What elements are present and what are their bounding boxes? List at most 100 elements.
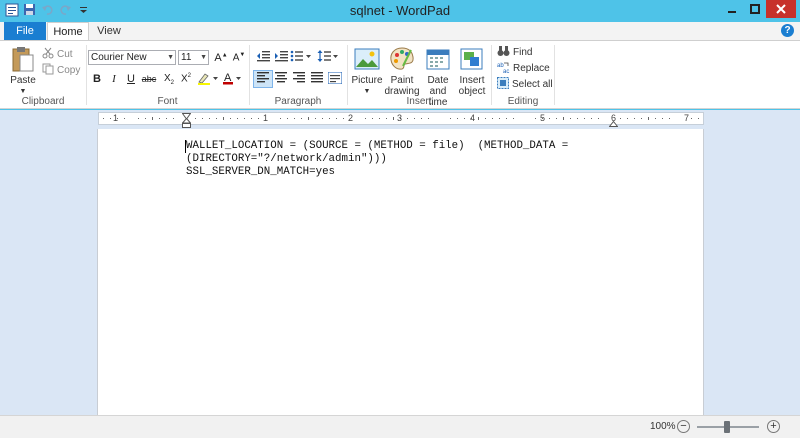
highlight-color-button[interactable] xyxy=(195,70,221,88)
superscript-button[interactable]: X2 xyxy=(176,70,196,88)
ribbon-tabs: File Home View ? xyxy=(0,22,800,40)
line-spacing-icon xyxy=(317,49,339,65)
tab-home[interactable]: Home xyxy=(47,22,89,40)
replace-icon: ab ac xyxy=(497,61,510,76)
picture-icon xyxy=(350,45,384,73)
ruler-mark: 1 xyxy=(263,113,269,123)
font-size-value: 11 xyxy=(181,52,192,63)
paragraph-settings-button[interactable] xyxy=(325,70,345,88)
decrease-indent-icon xyxy=(256,50,270,65)
paragraph-group: Paragraph xyxy=(250,41,346,109)
underline-button[interactable]: U xyxy=(121,70,141,88)
zoom-slider-thumb[interactable] xyxy=(724,421,730,433)
ruler-mark: 2 xyxy=(348,113,354,123)
find-label: Find xyxy=(513,46,533,58)
zoom-out-button[interactable]: − xyxy=(677,420,690,433)
paragraph-group-label: Paragraph xyxy=(274,96,322,107)
paste-label: Paste xyxy=(10,75,36,86)
editing-group: Find ab ac Replace Select all Editing xyxy=(492,41,554,109)
font-family-value: Courier New xyxy=(91,52,147,63)
maximize-button[interactable] xyxy=(744,0,766,18)
document-page[interactable]: WALLET_LOCATION = (SOURCE = (METHOD = fi… xyxy=(97,129,704,415)
ruler-mark: 1 xyxy=(113,113,119,123)
increase-indent-button[interactable] xyxy=(271,48,291,66)
zoom-in-button[interactable]: + xyxy=(767,420,780,433)
clipboard-group: Paste ▼ Cut Copy Clipboard xyxy=(0,41,86,109)
highlighter-icon xyxy=(197,71,219,88)
document-line: (DIRECTORY="?/network/admin"))) xyxy=(186,153,387,165)
document-area: 1 1 2 3 4 5 6 7 WALLET_LOCATION = (SOURC… xyxy=(0,110,800,415)
minus-icon: − xyxy=(680,420,687,432)
scissors-icon xyxy=(42,47,54,62)
object-label-1: Insert xyxy=(459,75,485,86)
font-size-select[interactable]: 11 ▼ xyxy=(178,50,209,65)
shrink-font-button[interactable]: A▼ xyxy=(229,49,249,67)
select-all-icon xyxy=(497,76,509,92)
insert-object-button[interactable]: Insert object xyxy=(456,45,488,97)
shrink-font-icon: A▼ xyxy=(232,52,246,64)
binoculars-icon xyxy=(497,45,510,60)
grow-font-button[interactable]: A▲ xyxy=(211,49,231,67)
chevron-down-icon: ▼ xyxy=(200,54,207,61)
document-text[interactable]: WALLET_LOCATION = (SOURCE = (METHOD = fi… xyxy=(186,140,568,179)
line-spacing-button[interactable] xyxy=(316,48,340,66)
justify-icon xyxy=(311,72,323,86)
ruler-mark: 5 xyxy=(540,113,546,123)
align-center-button[interactable] xyxy=(271,70,291,88)
font-color-icon: A xyxy=(223,71,243,88)
find-button[interactable]: Find xyxy=(497,44,532,60)
ribbon: Paste ▼ Cut Copy Clipboard Courier New ▼… xyxy=(0,40,800,109)
minimize-button[interactable] xyxy=(720,0,744,18)
align-right-button[interactable] xyxy=(289,70,309,88)
clipboard-group-label: Clipboard xyxy=(21,96,65,107)
font-color-button[interactable]: A xyxy=(221,70,245,88)
tab-file[interactable]: File xyxy=(4,22,46,40)
status-bar: 100% − + xyxy=(0,415,800,438)
align-left-icon xyxy=(257,72,269,86)
paste-icon xyxy=(6,45,40,73)
zoom-level: 100% xyxy=(650,421,676,432)
paint-drawing-button[interactable]: Paint drawing xyxy=(384,45,420,97)
font-group-label: Font xyxy=(157,96,178,107)
copy-button[interactable]: Copy xyxy=(42,62,80,78)
align-left-button[interactable] xyxy=(253,70,273,88)
insert-group: Picture ▼ Paint drawing Date and time In… xyxy=(348,41,490,109)
document-line: SSL_SERVER_DN_MATCH=yes xyxy=(186,166,336,178)
increase-indent-icon xyxy=(274,50,288,65)
close-button[interactable] xyxy=(766,0,796,18)
picture-button[interactable]: Picture ▼ xyxy=(350,45,384,97)
strikethrough-icon: abc xyxy=(141,74,157,84)
plus-icon: + xyxy=(770,420,777,432)
tab-view[interactable]: View xyxy=(89,22,129,40)
bullets-button[interactable] xyxy=(289,48,313,66)
picture-label: Picture xyxy=(351,75,383,86)
title-bar: sqlnet - WordPad xyxy=(0,0,800,22)
replace-button[interactable]: ab ac Replace xyxy=(497,60,550,76)
datetime-label-1: Date and xyxy=(427,75,449,97)
replace-label: Replace xyxy=(513,62,550,74)
cut-label: Cut xyxy=(57,48,73,60)
document-line: WALLET_LOCATION = (SOURCE = (METHOD = fi… xyxy=(186,140,569,152)
insert-group-label: Insert xyxy=(406,96,432,107)
align-center-icon xyxy=(275,72,287,86)
copy-icon xyxy=(42,63,54,78)
ruler-mark: 3 xyxy=(397,113,403,123)
decrease-indent-button[interactable] xyxy=(253,48,273,66)
font-family-select[interactable]: Courier New ▼ xyxy=(88,50,176,65)
ruler-mark: 7 xyxy=(684,113,690,123)
subscript-icon: X2 xyxy=(163,72,174,86)
ruler[interactable]: 1 1 2 3 4 5 6 7 xyxy=(98,112,704,128)
paste-button[interactable]: Paste ▼ xyxy=(6,45,40,97)
strikethrough-button[interactable]: abc xyxy=(139,70,159,88)
svg-text:ac: ac xyxy=(503,69,509,73)
bold-icon: B xyxy=(93,73,101,85)
cut-button[interactable]: Cut xyxy=(42,46,73,62)
font-group: Courier New ▼ 11 ▼ A▲ A▼ B I U abc X2 X2… xyxy=(87,41,248,109)
align-right-icon xyxy=(293,72,305,86)
editing-group-label: Editing xyxy=(507,96,539,107)
justify-button[interactable] xyxy=(307,70,327,88)
paragraph-settings-icon xyxy=(327,71,343,87)
superscript-icon: X2 xyxy=(180,73,191,85)
help-icon[interactable]: ? xyxy=(781,24,794,37)
select-all-button[interactable]: Select all xyxy=(497,76,553,92)
